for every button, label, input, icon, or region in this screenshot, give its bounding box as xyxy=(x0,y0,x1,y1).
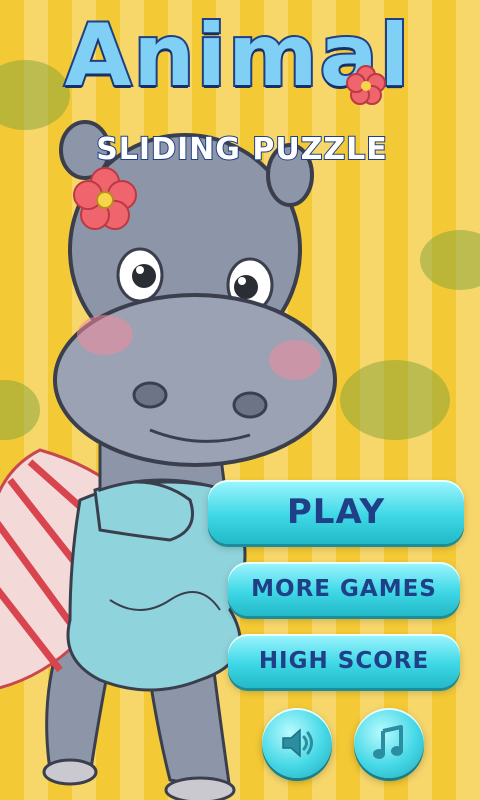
play-button-label: PLAY xyxy=(286,492,386,532)
speaker-icon xyxy=(282,728,313,758)
music-toggle-button[interactable] xyxy=(354,708,424,778)
title-flower-icon xyxy=(346,65,386,105)
music-note-icon xyxy=(373,725,403,759)
play-button[interactable]: PLAY xyxy=(208,480,464,544)
more-games-button-label: MORE GAMES xyxy=(251,576,437,602)
high-score-button[interactable]: HIGH SCORE xyxy=(228,634,460,688)
game-subtitle: SLIDING PUZZLE xyxy=(95,131,388,168)
high-score-button-label: HIGH SCORE xyxy=(258,648,430,674)
sound-toggle-button[interactable] xyxy=(262,708,332,778)
more-games-button[interactable]: MORE GAMES xyxy=(228,562,460,616)
title-block: Animal SLIDING PUZZLE xyxy=(0,0,480,180)
game-menu-screen: Animal SLIDING PUZZLE PLAY MORE GAMES HI… xyxy=(0,0,480,800)
